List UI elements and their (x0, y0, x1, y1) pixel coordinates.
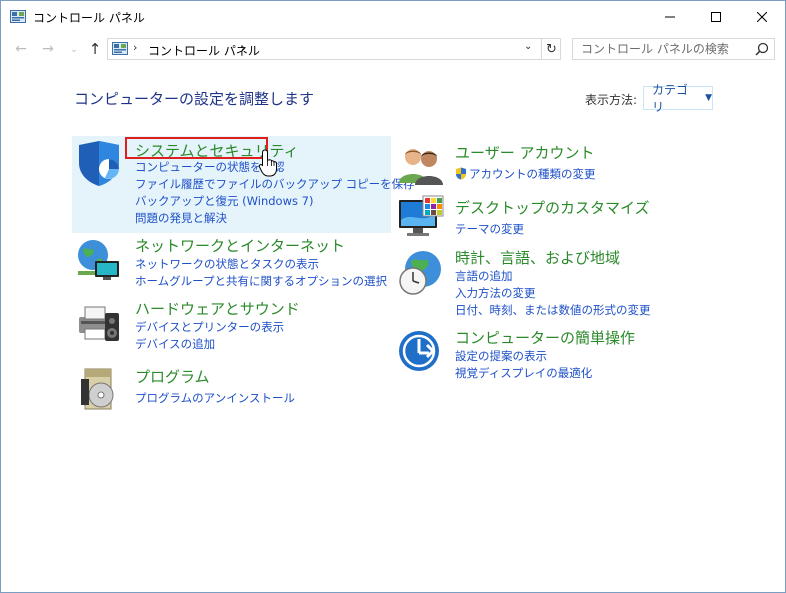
refresh-button[interactable]: ↻ (541, 39, 561, 59)
search-box[interactable] (572, 38, 775, 60)
category-title-ease-of-access[interactable]: コンピューターの簡単操作 (455, 327, 635, 348)
link-file-history-backup[interactable]: ファイル履歴でファイルのバックアップ コピーを保存 (135, 176, 415, 192)
shield-icon[interactable] (75, 139, 123, 187)
category-title-hardware-sound[interactable]: ハードウェアとサウンド (135, 298, 300, 319)
link-change-account-type-label: アカウントの種類の変更 (469, 167, 596, 181)
ease-of-access-icon[interactable] (397, 329, 445, 377)
monitor-palette-icon[interactable] (397, 194, 445, 242)
link-troubleshoot[interactable]: 問題の発見と解決 (135, 210, 227, 226)
link-devices-printers[interactable]: デバイスとプリンターの表示 (135, 319, 284, 335)
category-title-desktop-customization[interactable]: デスクトップのカスタマイズ (455, 197, 650, 218)
printer-speaker-icon[interactable] (75, 299, 123, 347)
back-button[interactable]: ← (11, 39, 31, 59)
forward-arrow-icon: → (42, 41, 54, 57)
control-panel-icon (112, 42, 128, 55)
link-backup-restore[interactable]: バックアップと復元 (Windows 7) (135, 193, 313, 209)
search-icon[interactable] (755, 42, 769, 56)
address-dropdown-button[interactable]: ⌄ (524, 41, 532, 52)
minimize-button[interactable] (647, 1, 693, 32)
breadcrumb-separator[interactable]: › (241, 41, 245, 54)
maximize-icon (711, 11, 721, 22)
maximize-button[interactable] (693, 1, 739, 32)
category-title-clock-language-region[interactable]: 時計、言語、および地域 (455, 247, 620, 268)
minimize-icon (665, 16, 675, 17)
uac-shield-icon (456, 167, 466, 180)
window-title: コントロール パネル (33, 11, 145, 25)
network-globe-icon[interactable] (75, 237, 123, 285)
view-by-label: 表示方法: (585, 93, 638, 107)
link-change-date-time-format[interactable]: 日付、時刻、または数値の形式の変更 (455, 302, 651, 318)
program-disc-icon[interactable] (75, 365, 123, 413)
link-optimize-visual-display[interactable]: 視覚ディスプレイの最適化 (455, 365, 592, 381)
highlight-box (125, 137, 268, 159)
link-change-input-method[interactable]: 入力方法の変更 (455, 285, 536, 301)
search-input[interactable] (573, 39, 753, 59)
link-add-language[interactable]: 言語の追加 (455, 268, 513, 284)
up-arrow-icon: ↑ (88, 40, 102, 58)
category-title-programs[interactable]: プログラム (135, 366, 210, 387)
category-title-network-internet[interactable]: ネットワークとインターネット (135, 235, 345, 256)
link-suggested-settings[interactable]: 設定の提案の表示 (455, 348, 547, 364)
view-by-value: カテゴリ (652, 83, 689, 114)
clock-globe-icon[interactable] (397, 249, 445, 297)
breadcrumb-separator[interactable]: › (133, 41, 137, 54)
control-panel-app-icon (10, 10, 26, 23)
category-title-user-accounts[interactable]: ユーザー アカウント (455, 142, 594, 163)
users-icon[interactable] (397, 141, 445, 189)
recent-locations-button[interactable]: ⌄ (64, 40, 84, 60)
navigation-bar: ← → ⌄ ↑ › コントロール パネル › ⌄ ↻ (1, 32, 785, 66)
chevron-down-icon: ⌄ (70, 45, 78, 55)
page-title: コンピューターの設定を調整します (74, 90, 315, 108)
triangle-down-icon: ▼ (705, 93, 712, 103)
link-change-account-type[interactable]: アカウントの種類の変更 (455, 166, 596, 182)
refresh-icon: ↻ (546, 41, 557, 57)
title-bar: コントロール パネル (1, 1, 785, 32)
back-arrow-icon: ← (15, 41, 27, 57)
view-by-dropdown[interactable]: カテゴリ ▼ (643, 83, 713, 114)
close-button[interactable] (739, 1, 785, 32)
link-uninstall-program[interactable]: プログラムのアンインストール (135, 390, 295, 406)
hand-cursor-icon (258, 149, 277, 177)
link-homegroup-sharing[interactable]: ホームグループと共有に関するオプションの選択 (135, 273, 387, 289)
address-bar[interactable]: › コントロール パネル › ⌄ ↻ (107, 38, 561, 60)
control-panel-window: コントロール パネル ← → ⌄ ↑ › コントロール パネル › ⌄ ↻ コン… (0, 0, 786, 593)
link-change-theme[interactable]: テーマの変更 (455, 221, 524, 237)
link-network-status[interactable]: ネットワークの状態とタスクの表示 (135, 256, 319, 272)
forward-button[interactable]: → (38, 39, 58, 59)
up-button[interactable]: ↑ (85, 39, 105, 59)
link-add-device[interactable]: デバイスの追加 (135, 336, 215, 352)
close-icon (757, 11, 767, 22)
